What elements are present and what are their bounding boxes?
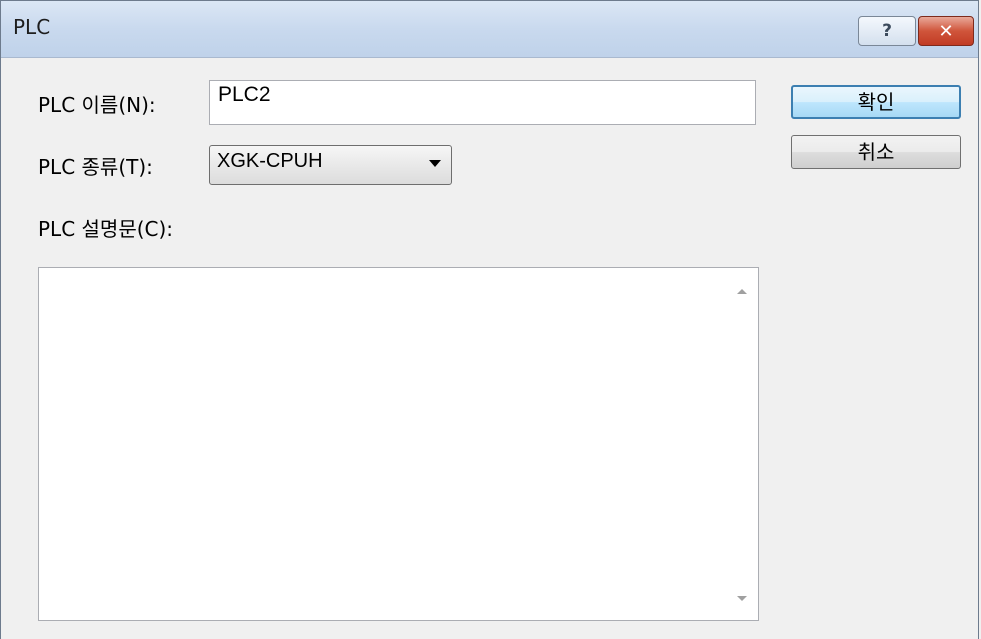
close-button[interactable]: ✕ — [918, 16, 974, 46]
ok-button[interactable]: 확인 — [791, 85, 961, 119]
vertical-scrollbar[interactable] — [724, 268, 758, 620]
plc-name-input[interactable]: PLC2 — [209, 80, 756, 125]
window-title: PLC — [13, 15, 51, 39]
plc-name-label: PLC 이름(N): — [38, 93, 156, 117]
plc-type-label: PLC 종류(T): — [38, 155, 153, 179]
scroll-down-icon[interactable] — [737, 596, 747, 601]
help-button[interactable]: ? — [858, 16, 916, 46]
plc-type-value: XGK-CPUH — [217, 150, 323, 172]
plc-dialog: PLC ? ✕ PLC 이름(N): PLC2 PLC 종류(T): XGK-C… — [0, 0, 979, 639]
title-bar[interactable]: PLC ? ✕ — [1, 1, 978, 58]
chevron-down-icon — [429, 160, 441, 167]
plc-description-textarea[interactable] — [38, 267, 759, 621]
help-icon: ? — [882, 21, 892, 41]
plc-type-select[interactable]: XGK-CPUH — [209, 145, 452, 185]
plc-description-label: PLC 설명문(C): — [38, 217, 174, 241]
cancel-button[interactable]: 취소 — [791, 135, 961, 169]
scroll-up-icon[interactable] — [737, 289, 747, 294]
close-icon: ✕ — [938, 20, 954, 42]
